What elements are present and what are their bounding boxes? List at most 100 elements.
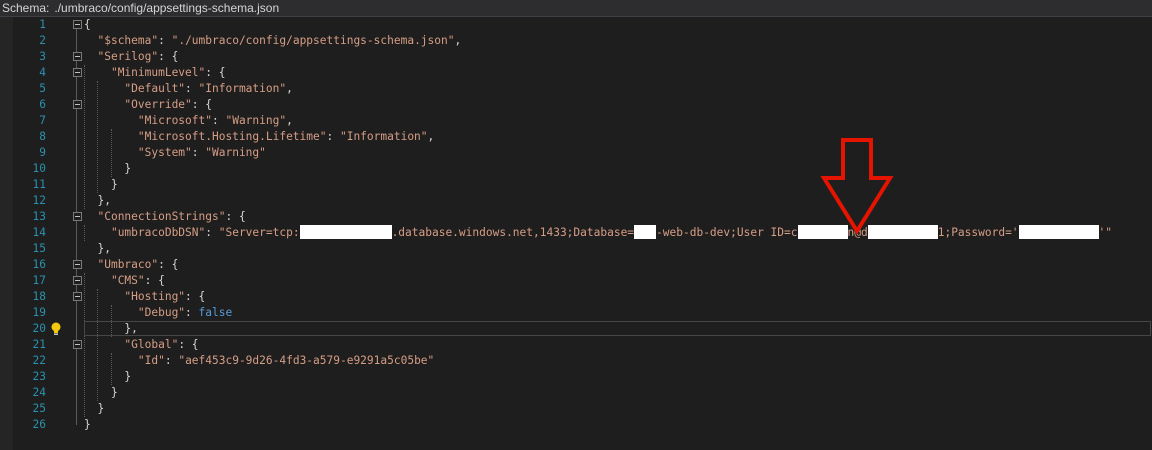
redaction-server <box>299 225 392 239</box>
code-line[interactable]: 11 } <box>0 177 1152 193</box>
line-number: 22 <box>32 354 46 367</box>
line-number: 16 <box>32 258 46 271</box>
code-text: } <box>84 178 118 191</box>
code-text: }, <box>84 242 111 255</box>
code-text: } <box>84 418 91 431</box>
code-text: }, <box>84 322 138 335</box>
code-line[interactable]: 10 } <box>0 161 1152 177</box>
json-string-part: '" <box>1098 226 1113 239</box>
json-colon: : <box>205 226 219 239</box>
code-line[interactable]: 20 }, <box>0 321 1152 337</box>
line-number: 8 <box>39 130 46 143</box>
json-colon: : <box>185 306 199 319</box>
code-line[interactable]: 6 "Override": { <box>0 97 1152 113</box>
redaction-database <box>634 225 657 239</box>
line-number: 10 <box>32 162 46 175</box>
code-line[interactable]: 7 "Microsoft": "Warning", <box>0 113 1152 129</box>
code-text: "Debug": false <box>84 305 232 321</box>
code-text: "CMS": { <box>110 274 165 287</box>
schema-bar: Schema: ./umbraco/config/appsettings-sche… <box>0 0 1152 17</box>
code-text: "Global": { <box>124 338 199 351</box>
collapse-toggle-icon[interactable] <box>73 212 82 221</box>
line-number: 4 <box>39 66 46 79</box>
collapse-toggle-icon[interactable] <box>73 340 82 349</box>
code-line[interactable]: 21 "Global": { <box>0 337 1152 353</box>
code-text: } <box>84 162 132 175</box>
code-text: "System": "Warning" <box>137 146 266 159</box>
code-line[interactable]: 15 }, <box>0 241 1152 257</box>
line-number: 18 <box>32 290 46 303</box>
code-line[interactable]: 9 "System": "Warning" <box>0 145 1152 161</box>
code-line[interactable]: 4 "MinimumLevel": { <box>0 65 1152 81</box>
json-boolean: false <box>198 306 233 319</box>
json-string-part: -web-db-dev;User ID=c <box>656 226 798 239</box>
line-number: 20 <box>32 322 46 335</box>
code-line[interactable]: 16 "Umbraco": { <box>0 257 1152 273</box>
json-string-part: 1;Password=' <box>937 226 1019 239</box>
line-number: 19 <box>32 306 46 319</box>
code-line[interactable]: 23 } <box>0 369 1152 385</box>
line-number: 24 <box>32 386 46 399</box>
code-line[interactable]: 18 "Hosting": { <box>0 289 1152 305</box>
code-text: "umbracoDbDSN": "Server=tcp: .database.wi… <box>84 225 1112 241</box>
schema-path[interactable]: ./umbraco/config/appsettings-schema.json <box>49 1 279 15</box>
code-text: "Override": { <box>124 98 212 111</box>
line-number: 6 <box>39 98 46 111</box>
line-number: 23 <box>32 370 46 383</box>
code-text: } <box>84 402 105 415</box>
collapse-toggle-icon[interactable] <box>73 100 82 109</box>
code-text: { <box>84 18 91 31</box>
line-number: 7 <box>39 114 46 127</box>
line-number: 15 <box>32 242 46 255</box>
line-number: 12 <box>32 194 46 207</box>
code-line[interactable]: 19 "Debug": false <box>0 305 1152 321</box>
code-line[interactable]: 2 "$schema": "./umbraco/config/appsettin… <box>0 33 1152 49</box>
code-text: "$schema": "./umbraco/config/appsettings… <box>97 34 462 47</box>
code-line[interactable]: 13 "ConnectionStrings": { <box>0 209 1152 225</box>
collapse-toggle-icon[interactable] <box>73 68 82 77</box>
code-editor[interactable]: 1{2 "$schema": "./umbraco/config/appsett… <box>0 17 1152 450</box>
line-number: 13 <box>32 210 46 223</box>
code-text: } <box>84 370 132 383</box>
code-text: "Default": "Information", <box>124 82 293 95</box>
json-string-part: .database.windows.net,1433;Database= <box>391 226 635 239</box>
line-number: 21 <box>32 338 46 351</box>
line-number: 14 <box>32 226 46 239</box>
line-number: 1 <box>39 18 46 31</box>
json-key: "Debug" <box>137 306 186 319</box>
code-text: "ConnectionStrings": { <box>97 210 246 223</box>
line-number: 9 <box>39 146 46 159</box>
code-text: "Microsoft.Hosting.Lifetime": "Informati… <box>137 130 435 143</box>
collapse-toggle-icon[interactable] <box>73 292 82 301</box>
line-number: 3 <box>39 50 46 63</box>
schema-label: Schema: <box>2 1 50 15</box>
code-line[interactable]: 14 "umbracoDbDSN": "Server=tcp: .database… <box>0 225 1152 241</box>
line-number: 26 <box>32 418 46 431</box>
code-line[interactable]: 8 "Microsoft.Hosting.Lifetime": "Informa… <box>0 129 1152 145</box>
code-text: "Microsoft": "Warning", <box>137 114 293 127</box>
redaction-password <box>1018 225 1099 239</box>
code-line[interactable]: 26} <box>0 417 1152 433</box>
line-number: 25 <box>32 402 46 415</box>
collapse-toggle-icon[interactable] <box>73 260 82 269</box>
collapse-toggle-icon[interactable] <box>73 276 82 285</box>
code-line[interactable]: 12 }, <box>0 193 1152 209</box>
json-string-part: "Server=tcp: <box>218 226 300 239</box>
code-line[interactable]: 17 "CMS": { <box>0 273 1152 289</box>
line-number: 2 <box>39 34 46 47</box>
code-text: "Hosting": { <box>124 290 206 303</box>
annotation-arrow-icon <box>820 138 894 234</box>
collapse-toggle-icon[interactable] <box>73 20 82 29</box>
line-number: 17 <box>32 274 46 287</box>
code-line[interactable]: 22 "Id": "aef453c9-9d26-4fd3-a579-e9291a… <box>0 353 1152 369</box>
code-line[interactable]: 5 "Default": "Information", <box>0 81 1152 97</box>
code-text: } <box>84 386 118 399</box>
code-text: }, <box>84 194 111 207</box>
code-line[interactable]: 1{ <box>0 17 1152 33</box>
code-line[interactable]: 25 } <box>0 401 1152 417</box>
code-line[interactable]: 3 "Serilog": { <box>0 49 1152 65</box>
collapse-toggle-icon[interactable] <box>73 52 82 61</box>
code-line[interactable]: 24 } <box>0 385 1152 401</box>
code-text: "MinimumLevel": { <box>110 66 226 79</box>
line-number: 5 <box>39 82 46 95</box>
